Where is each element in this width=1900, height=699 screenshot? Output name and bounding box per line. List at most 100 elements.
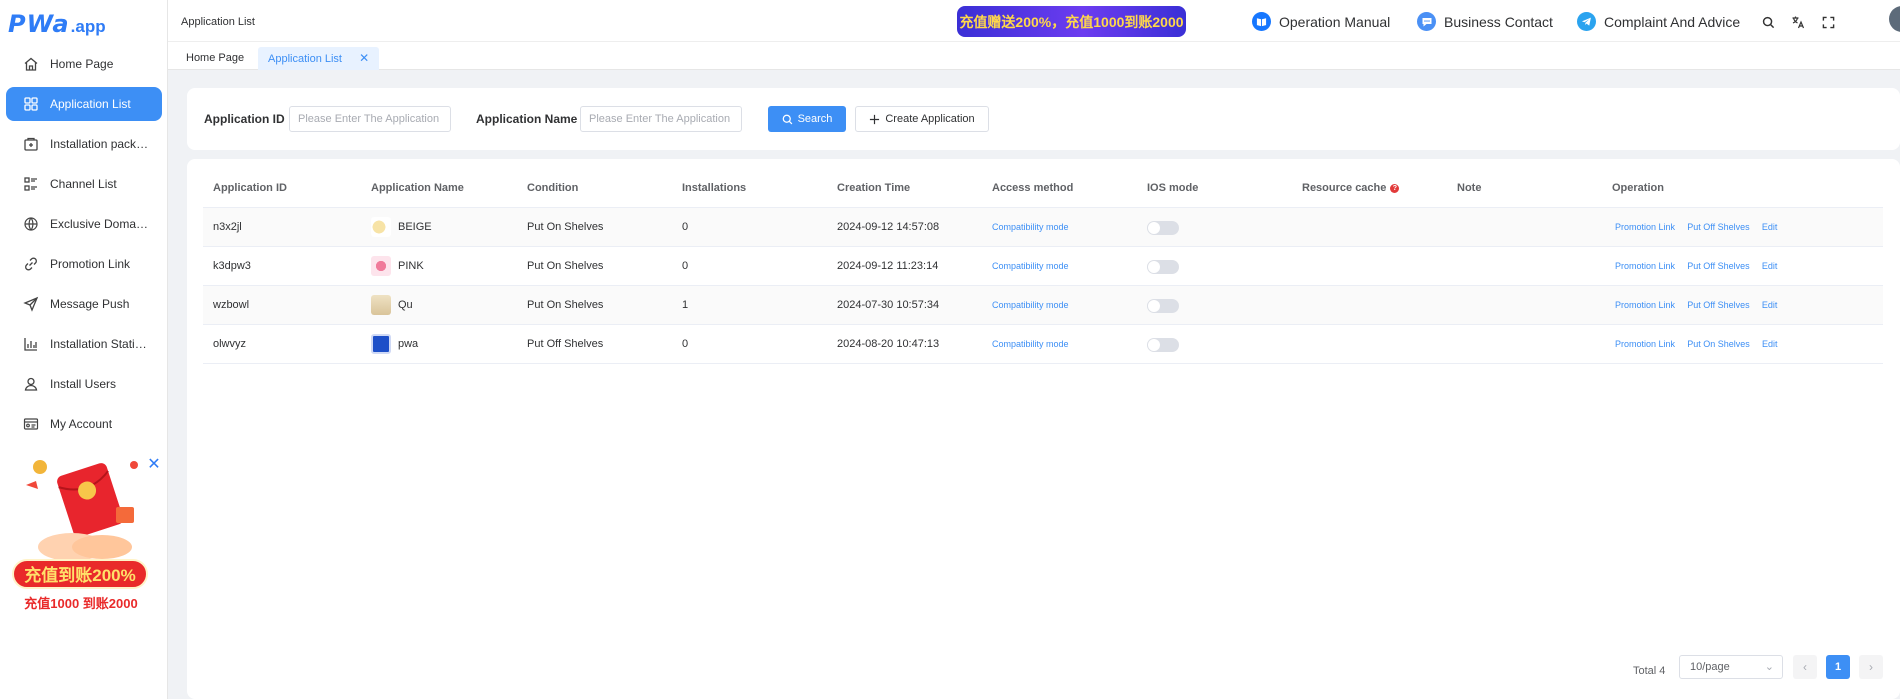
next-page-button[interactable]: › xyxy=(1859,655,1883,679)
page-number-button[interactable]: 1 xyxy=(1826,655,1850,679)
sidebar-item-my-account[interactable]: My Account xyxy=(6,407,162,441)
shelf-toggle-action[interactable]: Put Off Shelves xyxy=(1687,300,1749,310)
list-icon xyxy=(22,175,40,193)
business-contact-label: Business Contact xyxy=(1444,13,1553,30)
prev-page-button[interactable]: ‹ xyxy=(1793,655,1817,679)
chevron-down-icon: ⌄ xyxy=(1764,661,1774,673)
sidebar-item-label: Application List xyxy=(50,97,131,111)
col-resource-cache: Resource cache? xyxy=(1302,169,1400,208)
cell-operations: Promotion Link Put Off Shelves Edit xyxy=(1615,208,1777,247)
app-pwa-icon xyxy=(371,334,391,355)
fullscreen-icon[interactable] xyxy=(1820,14,1836,30)
plus-icon xyxy=(870,114,880,124)
logo[interactable]: PWa .app xyxy=(8,10,106,38)
cell-installations: 0 xyxy=(682,260,689,272)
search-button[interactable]: Search xyxy=(768,106,846,132)
home-icon xyxy=(22,55,40,73)
page-size-select[interactable]: 10/page ⌄ xyxy=(1679,655,1783,679)
promotion-link-action[interactable]: Promotion Link xyxy=(1615,339,1675,349)
table-row: olwvyz pwa Put Off Shelves 0 2024-08-20 … xyxy=(203,325,1883,364)
edit-action[interactable]: Edit xyxy=(1762,300,1778,310)
col-creation-time: Creation Time xyxy=(837,182,911,194)
ios-mode-toggle[interactable] xyxy=(1147,338,1179,352)
translate-icon[interactable] xyxy=(1790,14,1806,30)
sidebar-item-label: Channel List xyxy=(50,177,117,191)
business-contact-link[interactable]: Business Contact xyxy=(1417,12,1553,31)
access-method-link[interactable]: Compatibility mode xyxy=(992,247,1069,286)
col-note: Note xyxy=(1457,182,1482,194)
app-name-text: PINK xyxy=(398,260,424,272)
table-row: k3dpw3 PINK Put On Shelves 0 2024-09-12 … xyxy=(203,247,1883,286)
col-application-id: Application ID xyxy=(213,182,287,194)
promo-line-2: 充值1000 到账2000 xyxy=(24,596,138,611)
col-application-name: Application Name xyxy=(371,182,464,194)
edit-action[interactable]: Edit xyxy=(1762,222,1778,232)
col-condition: Condition xyxy=(527,182,579,194)
shelf-toggle-action[interactable]: Put Off Shelves xyxy=(1687,261,1749,271)
shelf-toggle-action[interactable]: Put On Shelves xyxy=(1687,339,1750,349)
promotion-link-action[interactable]: Promotion Link xyxy=(1615,300,1675,310)
sidebar-item-label: Home Page xyxy=(50,57,114,71)
cell-operations: Promotion Link Put Off Shelves Edit xyxy=(1615,247,1777,286)
access-method-link[interactable]: Compatibility mode xyxy=(992,286,1069,325)
tab-application-list[interactable]: Application List ✕ xyxy=(258,47,380,70)
logo-mark: PWa xyxy=(8,10,70,38)
cell-app-name: BEIGE xyxy=(371,208,432,247)
cell-creation-time: 2024-09-12 14:57:08 xyxy=(837,221,940,233)
app-pink-icon xyxy=(371,256,391,277)
cell-app-id: wzbowl xyxy=(213,299,250,311)
package-icon xyxy=(22,135,40,153)
app-id-label: Application ID xyxy=(204,112,285,126)
sidebar-item-label: Exclusive Domain... xyxy=(50,217,150,231)
sidebar-item-application-list[interactable]: Application List xyxy=(6,87,162,121)
col-ios-mode: IOS mode xyxy=(1147,182,1199,194)
access-method-link[interactable]: Compatibility mode xyxy=(992,325,1069,364)
promo-banner[interactable]: 充值赠送200%，充值1000到账2000 xyxy=(957,6,1186,37)
tab-home-page[interactable]: Home Page xyxy=(176,47,254,70)
search-icon[interactable] xyxy=(1760,14,1776,30)
cell-app-name: PINK xyxy=(371,247,424,286)
telegram-icon xyxy=(1577,12,1596,31)
sidebar-item-install-users[interactable]: Install Users xyxy=(6,367,162,401)
cell-installations: 0 xyxy=(682,221,689,233)
sidebar-item-exclusive-domain[interactable]: Exclusive Domain... xyxy=(6,207,162,241)
ios-mode-toggle[interactable] xyxy=(1147,221,1179,235)
page-size-value: 10/page xyxy=(1690,661,1730,673)
sidebar-item-channel-list[interactable]: Channel List xyxy=(6,167,162,201)
operation-manual-link[interactable]: Operation Manual xyxy=(1252,12,1390,31)
sidebar-item-installation-statistics[interactable]: Installation Statist... xyxy=(6,327,162,361)
promotion-link-action[interactable]: Promotion Link xyxy=(1615,261,1675,271)
sidebar-item-promotion-link[interactable]: Promotion Link xyxy=(6,247,162,281)
cell-condition: Put Off Shelves xyxy=(527,338,604,350)
app-name-input[interactable] xyxy=(580,106,742,132)
ios-mode-toggle[interactable] xyxy=(1147,299,1179,313)
create-application-button[interactable]: Create Application xyxy=(855,106,989,132)
search-button-label: Search xyxy=(797,113,833,125)
tab-close-icon[interactable]: ✕ xyxy=(359,51,369,65)
access-method-link[interactable]: Compatibility mode xyxy=(992,208,1069,247)
ios-mode-toggle[interactable] xyxy=(1147,260,1179,274)
book-icon xyxy=(1252,12,1271,31)
search-icon xyxy=(782,114,792,124)
help-icon[interactable]: ? xyxy=(1390,183,1400,193)
shelf-toggle-action[interactable]: Put Off Shelves xyxy=(1687,222,1749,232)
edit-action[interactable]: Edit xyxy=(1762,261,1778,271)
operation-manual-label: Operation Manual xyxy=(1279,13,1391,30)
avatar[interactable]: t xyxy=(1889,6,1900,32)
sidebar-item-installation-package[interactable]: Installation packa... xyxy=(6,127,162,161)
pagination-total: Total 4 xyxy=(1633,665,1666,677)
app-beige-icon xyxy=(371,217,391,238)
chat-icon xyxy=(1417,12,1436,31)
col-installations: Installations xyxy=(682,182,747,194)
cell-creation-time: 2024-07-30 10:57:34 xyxy=(837,299,940,311)
tab-label: Application List xyxy=(268,53,342,65)
sidebar-item-message-push[interactable]: Message Push xyxy=(6,287,162,321)
promo-close-icon[interactable]: ✕ xyxy=(146,457,162,473)
app-id-input[interactable] xyxy=(289,106,451,132)
sidebar-item-home-page[interactable]: Home Page xyxy=(6,47,162,81)
complaint-advice-link[interactable]: Complaint And Advice xyxy=(1577,12,1740,31)
promotion-link-action[interactable]: Promotion Link xyxy=(1615,222,1675,232)
top-header: Application List 充值赠送200%，充值1000到账2000 O… xyxy=(168,0,1900,42)
promo-ad[interactable]: 充值到账200% 充值1000 到账2000 ✕ xyxy=(12,455,162,620)
edit-action[interactable]: Edit xyxy=(1762,339,1778,349)
